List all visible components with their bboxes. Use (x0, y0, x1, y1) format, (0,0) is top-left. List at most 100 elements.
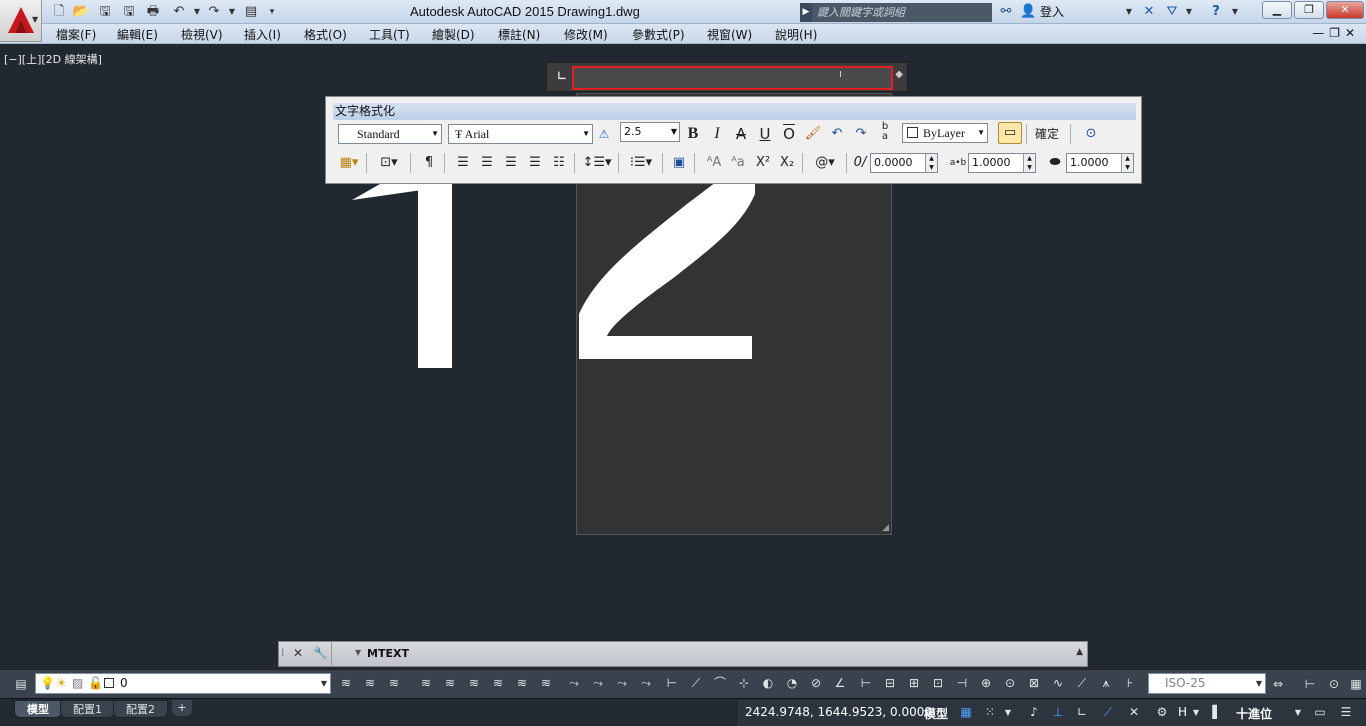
ruler-width-handle-icon[interactable]: ◆ (895, 69, 903, 80)
continue-icon[interactable]: ⊞ (904, 675, 924, 692)
login-dropdown-icon[interactable]: ▼ (1124, 3, 1134, 21)
binoculars-icon[interactable]: ⚯ (996, 3, 1016, 21)
menu-dimension[interactable]: 標註(N) (498, 26, 540, 43)
stack-icon[interactable]: ba (876, 122, 894, 142)
save-as-icon[interactable]: 🖫 (120, 3, 138, 21)
strikethrough-button[interactable]: A (732, 124, 750, 144)
close-button[interactable]: ✕ (1326, 1, 1364, 19)
menu-help[interactable]: 說明(H) (775, 26, 817, 43)
command-history-icon[interactable]: ▲ (1076, 647, 1083, 657)
linear-dim-icon[interactable]: ⊢ (662, 675, 682, 692)
grip-icon[interactable]: ⁞ (281, 646, 285, 659)
drawing-window-controls[interactable]: —❐✕ (1312, 26, 1360, 40)
align-center-icon[interactable]: ☰ (478, 153, 496, 173)
undo-icon[interactable]: ↶ (828, 124, 846, 144)
tab-model[interactable]: 模型 (14, 700, 62, 718)
viewport-controls-label[interactable]: [−][上][2D 線架構] (4, 51, 102, 67)
angular-icon[interactable]: ∠ (830, 675, 850, 692)
recent-commands-icon[interactable]: ▼ (355, 648, 361, 657)
dim-space-icon[interactable]: ⊡ (928, 675, 948, 692)
object-snap-icon[interactable]: ✕ (1124, 704, 1144, 721)
add-layout-icon[interactable]: + (172, 700, 192, 716)
baseline-icon[interactable]: ⊟ (880, 675, 900, 692)
spinner-arrows-icon[interactable]: ▲ ▼ (925, 154, 937, 172)
mtext-input-focus[interactable] (572, 66, 893, 90)
annotation-scale-button[interactable]: H (1178, 705, 1187, 719)
text-angle-icon[interactable]: ⩚ (1096, 675, 1116, 692)
tolerance-icon[interactable]: ⊕ (976, 675, 996, 692)
distribute-icon[interactable]: ☷ (550, 153, 568, 173)
oblique-angle-input[interactable]: 0.0000 ▲ ▼ (870, 153, 938, 173)
align-right-icon[interactable]: ☰ (502, 153, 520, 173)
menu-window[interactable]: 視窗(W) (707, 26, 752, 43)
a360-icon[interactable]: ⛛ (1162, 3, 1182, 21)
isolate-icon[interactable]: ≋ (416, 675, 436, 692)
search-expand-icon[interactable]: ▶ (800, 3, 812, 22)
mtext-justification-icon[interactable]: ⊡▾ (374, 153, 404, 173)
justify-icon[interactable]: ☰ (526, 153, 544, 173)
bold-button[interactable]: B (684, 124, 702, 144)
menu-view[interactable]: 檢視(V) (181, 26, 223, 43)
qat-customize-icon[interactable]: ▾ (263, 3, 281, 21)
freeze-layer-icon[interactable]: ≋ (464, 675, 484, 692)
undo-dropdown-icon[interactable]: ▼ (188, 3, 206, 21)
customize-status-icon[interactable]: ☰ (1336, 704, 1356, 721)
match-layer-icon[interactable]: ≋ (360, 675, 380, 692)
units-dropdown-icon[interactable]: ▼ (1292, 704, 1304, 721)
ruler-toggle-icon[interactable]: ▭ (998, 122, 1022, 144)
color-dropdown[interactable]: ByLayer ▼ (902, 123, 988, 143)
delete-layer-icon[interactable]: ⤳ (636, 675, 656, 692)
polar-tracking-icon[interactable]: ⟋ (1098, 704, 1118, 721)
menu-edit[interactable]: 編輯(E) (117, 26, 158, 43)
underline-button[interactable]: U (756, 124, 774, 144)
save-icon[interactable]: 🖫 (96, 3, 114, 21)
paragraph-icon[interactable]: ¶ (420, 153, 438, 173)
tracking-input[interactable]: 1.0000 ▲ ▼ (968, 153, 1036, 173)
menu-file[interactable]: 檔案(F) (56, 26, 96, 43)
spinner-arrows-icon[interactable]: ▲ ▼ (1121, 154, 1133, 172)
insert-field-icon[interactable]: ▣ (670, 153, 688, 173)
copy-to-layer-icon[interactable]: ⤳ (588, 675, 608, 692)
layer-walk-icon[interactable]: ⤳ (564, 675, 584, 692)
oblique-icon[interactable]: ⟋ (1072, 675, 1092, 692)
overline-button[interactable]: O (780, 124, 798, 144)
make-current-icon[interactable]: ≋ (336, 675, 356, 692)
search-input[interactable]: 鍵入關鍵字或詞組 (812, 3, 992, 22)
quick-dim-icon[interactable]: ⊢ (856, 675, 876, 692)
command-line[interactable]: ⁞ ✕ 🔧 ▼ MTEXT ▲ (278, 641, 1088, 667)
center-mark-icon[interactable]: ⊙ (1000, 675, 1020, 692)
dim-break-icon[interactable]: ⊣ (952, 675, 972, 692)
menu-parametric[interactable]: 參數式(P) (632, 26, 685, 43)
menu-format[interactable]: 格式(O) (304, 26, 347, 43)
help-icon[interactable]: ? (1206, 3, 1226, 21)
text-height-dropdown[interactable]: 2.5 ▼ (620, 122, 680, 142)
a360-dropdown-icon[interactable]: ▼ (1184, 3, 1194, 21)
menu-insert[interactable]: 插入(I) (244, 26, 281, 43)
annotation-dropdown-icon[interactable]: ▼ (1190, 704, 1202, 721)
jogged-linear-icon[interactable]: ∿ (1048, 675, 1068, 692)
minimize-button[interactable]: ▁ (1262, 1, 1292, 19)
numbering-icon[interactable]: ⁝☰▾ (626, 153, 656, 173)
options-icon[interactable]: ⊙ (1082, 124, 1100, 144)
diameter-icon[interactable]: ⊘ (806, 675, 826, 692)
grid-display-icon[interactable]: ▦ (956, 704, 976, 721)
spinner-arrows-icon[interactable]: ▲ ▼ (1023, 154, 1035, 172)
workspace-gear-icon[interactable]: ⚙ (1152, 704, 1172, 721)
lock-layer-icon[interactable]: ≋ (512, 675, 532, 692)
subscript-icon[interactable]: X₂ (778, 153, 796, 173)
align-left-icon[interactable]: ☰ (454, 153, 472, 173)
workspace-icon[interactable]: ▤ (242, 3, 260, 21)
application-menu-button[interactable]: ▼ (0, 0, 42, 42)
resize-grip-icon[interactable]: ◢ (882, 523, 889, 533)
layer-properties-icon[interactable]: ▤ (12, 676, 30, 693)
plot-icon[interactable]: 🖶 (144, 3, 162, 21)
width-factor-input[interactable]: 1.0000 ▲ ▼ (1066, 153, 1134, 173)
merge-layer-icon[interactable]: ⤳ (612, 675, 632, 692)
layer-off-icon[interactable]: ≋ (488, 675, 508, 692)
menu-tools[interactable]: 工具(T) (369, 26, 410, 43)
ok-button[interactable]: 確定 (1032, 124, 1062, 144)
annotative-icon[interactable]: ⚠ (596, 124, 612, 144)
superscript-icon[interactable]: X² (754, 153, 772, 173)
jogged-icon[interactable]: ◔ (782, 675, 802, 692)
dynamic-input-icon[interactable]: ⊥ (1048, 704, 1068, 721)
